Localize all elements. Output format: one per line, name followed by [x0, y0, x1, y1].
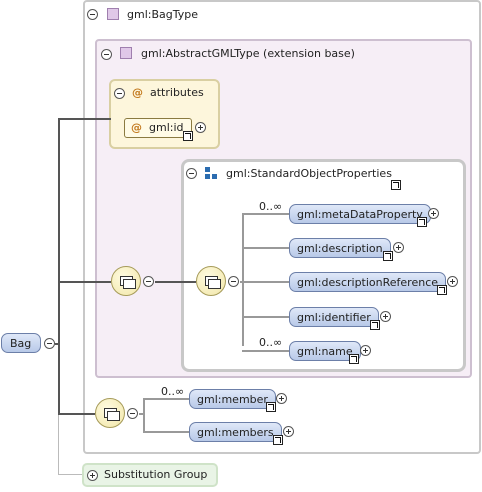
connector	[55, 343, 60, 345]
link-icon[interactable]	[273, 435, 283, 445]
attributes-title: attributes	[150, 86, 204, 99]
connector	[242, 247, 289, 249]
abstract-type-collapse-button[interactable]	[101, 49, 112, 60]
sequence-collapse-button[interactable]	[127, 408, 138, 419]
connector	[139, 413, 145, 415]
connector	[242, 281, 289, 283]
connector	[58, 118, 60, 415]
connector	[58, 474, 83, 475]
link-icon[interactable]	[391, 180, 401, 190]
expand-button[interactable]	[393, 242, 404, 253]
expand-button[interactable]	[276, 393, 287, 404]
attribute-id-expand-button[interactable]	[195, 122, 206, 133]
standard-props-collapse-button[interactable]	[186, 168, 197, 179]
attribute-at-icon: @	[132, 86, 143, 99]
attributes-collapse-button[interactable]	[114, 88, 125, 99]
link-icon[interactable]	[417, 217, 427, 227]
abstract-type-title: gml:AbstractGMLType (extension base)	[141, 47, 355, 60]
standard-props-title: gml:StandardObjectProperties	[226, 167, 392, 180]
link-icon[interactable]	[383, 251, 393, 261]
connector	[143, 398, 189, 400]
sequence-icon[interactable]	[111, 266, 141, 296]
multiplicity-label: 0..∞	[259, 336, 283, 349]
connector	[58, 415, 59, 475]
connector	[143, 431, 189, 433]
sequence-collapse-button[interactable]	[143, 276, 154, 287]
substitution-expand-button[interactable]	[87, 470, 98, 481]
connector	[242, 350, 289, 352]
sequence-icon[interactable]	[196, 266, 226, 296]
element-description-reference[interactable]: gml:descriptionReference	[289, 272, 447, 292]
connector	[59, 118, 111, 120]
element-members[interactable]: gml:members	[189, 422, 282, 442]
connector	[242, 213, 244, 346]
bag-type-collapse-button[interactable]	[87, 9, 98, 20]
connector	[240, 281, 242, 283]
link-icon[interactable]	[370, 320, 380, 330]
link-icon[interactable]	[437, 285, 447, 295]
substitution-group-label: Substitution Group	[104, 468, 208, 481]
multiplicity-label: 0..∞	[259, 200, 283, 213]
element-meta-data-property[interactable]: gml:metaDataProperty	[289, 204, 431, 224]
link-icon[interactable]	[349, 354, 359, 364]
attribute-at-icon: @	[131, 121, 142, 134]
element-description[interactable]: gml:description	[289, 238, 391, 258]
link-icon[interactable]	[266, 402, 276, 412]
expand-button[interactable]	[380, 311, 391, 322]
connector	[155, 281, 196, 283]
group-icon	[205, 167, 218, 180]
sequence-icon[interactable]	[95, 398, 125, 428]
complex-type-icon	[120, 47, 132, 59]
expand-button[interactable]	[428, 208, 439, 219]
sequence-collapse-button[interactable]	[228, 276, 239, 287]
root-collapse-button[interactable]	[44, 338, 55, 349]
link-icon[interactable]	[183, 131, 193, 141]
connector	[59, 413, 95, 415]
connector	[242, 316, 289, 318]
root-element-bag[interactable]: Bag	[1, 333, 41, 353]
expand-button[interactable]	[447, 276, 458, 287]
expand-button[interactable]	[360, 345, 371, 356]
attribute-id-label: gml:id	[149, 121, 184, 134]
multiplicity-label: 0..∞	[161, 385, 185, 398]
connector	[59, 281, 111, 283]
element-member[interactable]: gml:member	[189, 389, 276, 409]
complex-type-icon	[107, 8, 119, 20]
connector	[242, 213, 289, 215]
element-identifier[interactable]: gml:identifier	[289, 307, 379, 327]
expand-button[interactable]	[283, 426, 294, 437]
bag-type-title: gml:BagType	[127, 8, 198, 21]
